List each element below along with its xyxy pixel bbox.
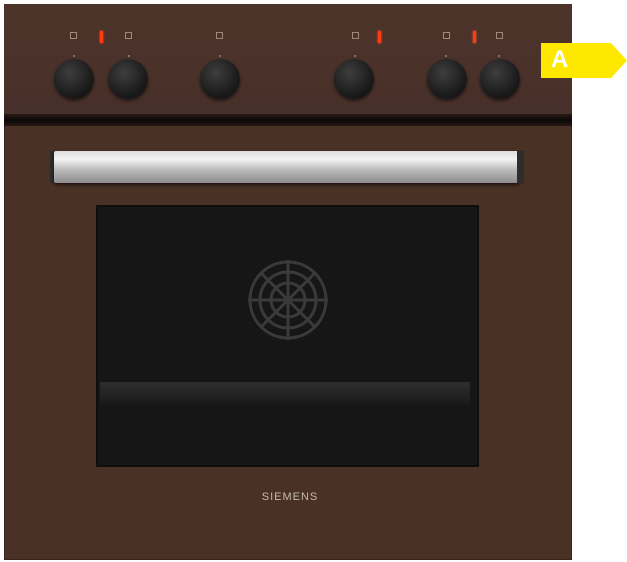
door-handle[interactable]	[54, 151, 520, 183]
knob-marker	[354, 55, 356, 57]
knob-marker	[445, 55, 447, 57]
knob-marker	[73, 55, 75, 57]
oven-rack	[100, 382, 470, 404]
knob-marker	[498, 55, 500, 57]
hob-zone-icon	[352, 32, 359, 39]
knob-4[interactable]	[334, 59, 374, 99]
knob-5[interactable]	[427, 59, 467, 99]
energy-grade: A	[551, 46, 569, 73]
oven-mode-icon	[216, 32, 223, 39]
panel-divider	[4, 114, 572, 126]
built-in-oven: SIEMENS	[4, 4, 572, 560]
hob-zone-icon	[496, 32, 503, 39]
knob-3[interactable]	[200, 59, 240, 99]
hob-zone-icon	[125, 32, 132, 39]
indicator-light	[100, 31, 103, 43]
knob-2[interactable]	[108, 59, 148, 99]
knob-marker	[128, 55, 130, 57]
knob-6[interactable]	[480, 59, 520, 99]
fan-icon	[248, 260, 328, 340]
indicator-light	[473, 31, 476, 43]
hob-zone-icon	[70, 32, 77, 39]
hob-zone-icon	[443, 32, 450, 39]
control-panel	[4, 4, 572, 114]
handle-end-right	[517, 151, 524, 183]
knob-1[interactable]	[54, 59, 94, 99]
knob-marker	[219, 55, 221, 57]
brand-logo: SIEMENS	[261, 491, 319, 503]
indicator-light	[378, 31, 381, 43]
